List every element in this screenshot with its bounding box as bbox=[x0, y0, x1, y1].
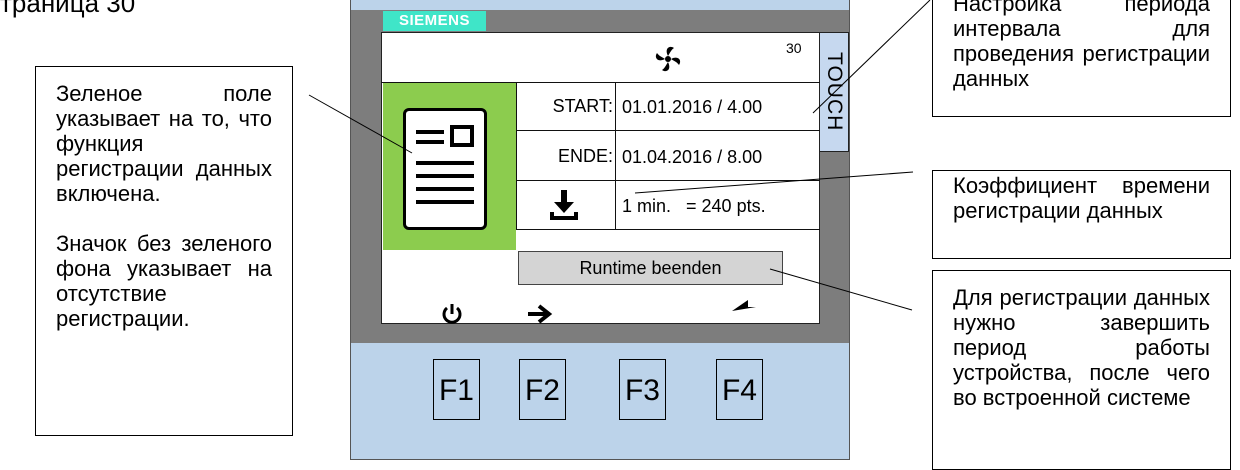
page-number: 30 bbox=[786, 40, 802, 56]
callout-text-enabled: Зеленое поле указывает на то, что функци… bbox=[56, 81, 272, 206]
end-label: ENDE: bbox=[557, 146, 613, 166]
table-divider bbox=[516, 180, 820, 181]
f1-key[interactable]: F1 bbox=[433, 359, 480, 420]
table-divider bbox=[516, 82, 517, 230]
table-divider bbox=[516, 229, 820, 230]
back-arrow-icon[interactable] bbox=[730, 299, 770, 327]
table-divider bbox=[516, 130, 820, 131]
table-divider bbox=[615, 82, 616, 230]
download-icon[interactable] bbox=[547, 188, 581, 222]
f3-key[interactable]: F3 bbox=[619, 359, 666, 420]
f4-key[interactable]: F4 bbox=[716, 359, 763, 420]
callout-text-disabled: Значок без зеленого фона указывает на от… bbox=[56, 231, 272, 331]
fan-icon bbox=[653, 44, 683, 74]
power-icon[interactable] bbox=[441, 303, 463, 325]
callout-runtime: Для регистрации данных нужно завершить п… bbox=[932, 270, 1231, 470]
touch-label: TOUCH bbox=[823, 52, 846, 132]
callout-interval: Настройка периода интервала для проведен… bbox=[932, 0, 1231, 117]
page-title: траница 30 bbox=[0, 0, 136, 18]
start-label: START: bbox=[552, 96, 613, 116]
callout-green-field: Зеленое поле указывает на то, что функци… bbox=[35, 66, 293, 436]
end-datetime-field[interactable]: 01.04.2016 / 8.00 bbox=[622, 147, 762, 167]
runtime-end-button[interactable]: Runtime beenden bbox=[518, 251, 783, 285]
document-icon bbox=[403, 108, 487, 230]
arrow-right-icon[interactable] bbox=[526, 302, 554, 326]
callout-rate: Коэффициент времени регистрации данных bbox=[932, 170, 1231, 259]
f2-key[interactable]: F2 bbox=[519, 359, 566, 420]
start-datetime-field[interactable]: 01.01.2016 / 4.00 bbox=[622, 97, 762, 117]
logging-rate-field[interactable]: 1 min. = 240 pts. bbox=[622, 196, 766, 216]
brand-label: SIEMENS bbox=[383, 11, 486, 31]
